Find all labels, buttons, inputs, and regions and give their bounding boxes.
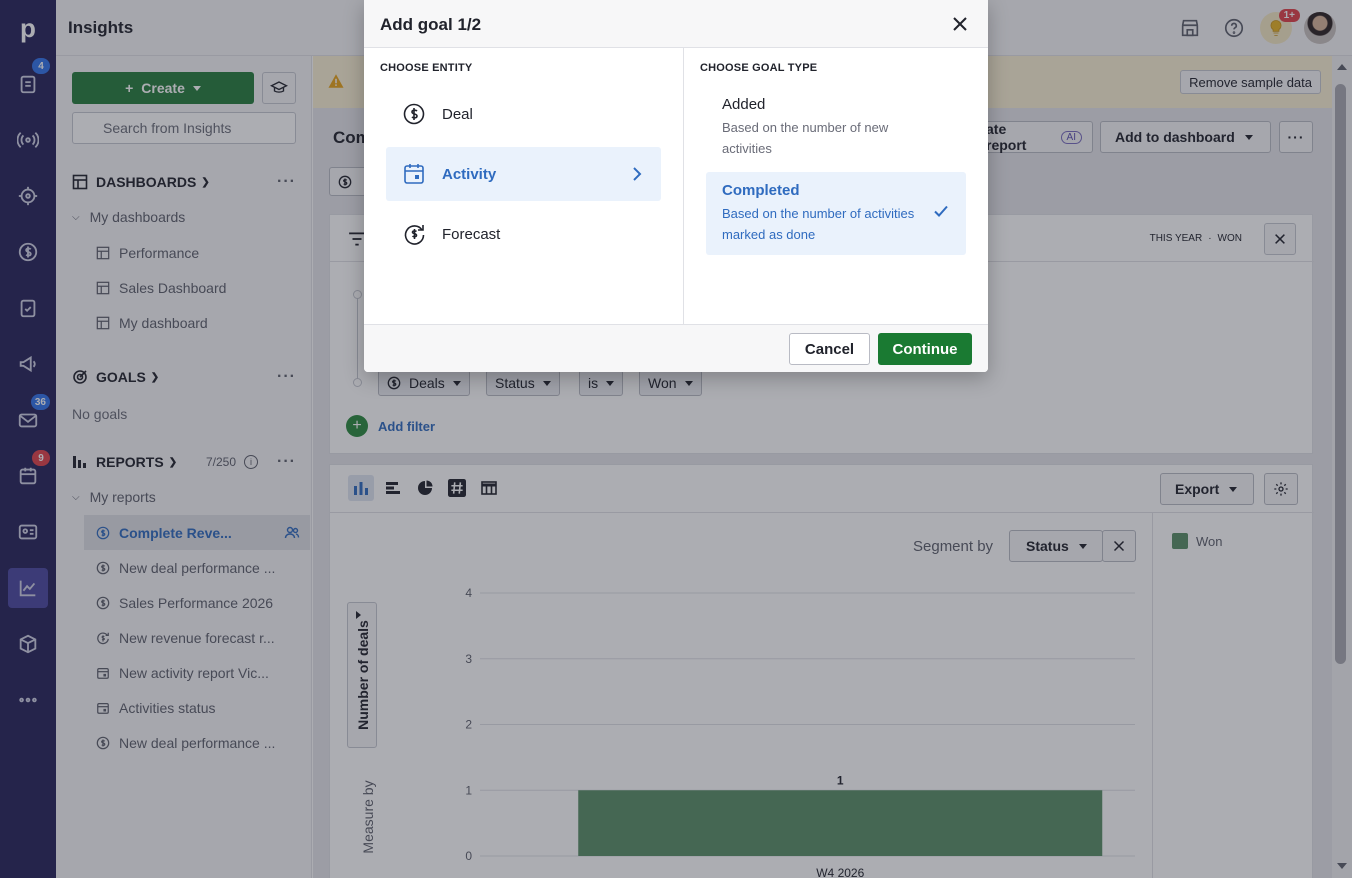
goal-type-description: Based on the number of activities marked… (722, 206, 915, 242)
modal-title: Add goal 1/2 (380, 15, 482, 34)
close-icon[interactable] (948, 12, 972, 36)
check-icon (934, 205, 948, 217)
modal-footer: Cancel Continue (364, 324, 988, 372)
goal-type-description: Based on the number of new activities (722, 120, 889, 156)
cancel-button[interactable]: Cancel (789, 333, 870, 365)
choose-entity-heading: CHOOSE ENTITY (380, 62, 473, 74)
goal-type-added[interactable]: Added Based on the number of new activit… (706, 86, 966, 169)
entity-option-forecast[interactable]: Forecast (386, 207, 661, 261)
dollar-circle-icon (403, 103, 425, 125)
calendar-icon (404, 164, 424, 184)
chevron-right-icon (633, 167, 642, 181)
goal-type-label: Completed (722, 182, 800, 199)
modal-column-divider (683, 48, 684, 324)
modal-header: Add goal 1/2 (364, 0, 988, 48)
entity-label: Deal (442, 105, 473, 123)
app-root: p 4 36 9 Insights 1+ + Create Search fro… (0, 0, 1352, 878)
forecast-icon (404, 225, 425, 245)
continue-button[interactable]: Continue (878, 333, 972, 365)
add-goal-modal: Add goal 1/2 CHOOSE ENTITY Deal Activity… (364, 0, 988, 372)
choose-goal-type-heading: CHOOSE GOAL TYPE (700, 62, 818, 74)
goal-type-completed[interactable]: Completed Based on the number of activit… (706, 172, 966, 255)
entity-label: Forecast (442, 225, 501, 243)
entity-label: Activity (442, 165, 497, 183)
entity-option-activity[interactable]: Activity (386, 147, 661, 201)
entity-option-deal[interactable]: Deal (386, 87, 661, 141)
goal-type-label: Added (722, 96, 766, 113)
